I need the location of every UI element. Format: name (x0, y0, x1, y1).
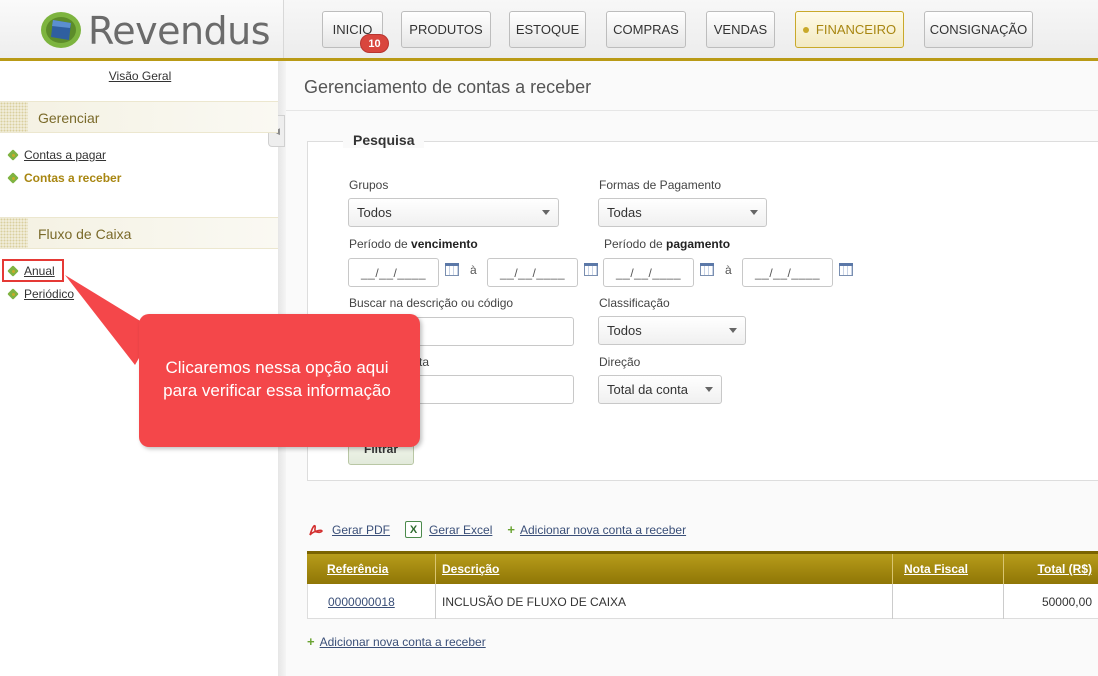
section-pattern-icon (0, 218, 28, 248)
nav-consignacao-button[interactable]: CONSIGNAÇÃO (924, 11, 1033, 48)
header-nota-fiscal[interactable]: Nota Fiscal (892, 554, 1003, 584)
section-gerenciar-title: Gerenciar (38, 110, 100, 126)
formas-pagamento-label: Formas de Pagamento (599, 178, 722, 192)
callout-text: Clicaremos nessa opção aqui para verific… (139, 356, 415, 402)
cell-descricao: INCLUSÃO DE FLUXO DE CAIXA (435, 584, 892, 619)
header-descricao[interactable]: Descrição (435, 554, 892, 584)
gerar-pdf-action[interactable]: Gerar PDF (307, 521, 390, 538)
vencimento-start-date[interactable]: __/__/____ (348, 258, 439, 287)
add-conta-action[interactable]: + Adicionar nova conta a receber (507, 522, 686, 537)
nav-financeiro-button[interactable]: FINANCEIRO (795, 11, 904, 48)
excel-icon: X (405, 521, 423, 538)
page-title: Gerenciamento de contas a receber (304, 77, 592, 97)
classificacao-label: Classificação (599, 296, 670, 310)
active-dot-icon (802, 26, 809, 33)
classificacao-select[interactable]: Todos (598, 316, 746, 345)
top-header: Revendus INICIO PRODUTOS ESTOQUE COMPRAS… (0, 0, 1098, 61)
section-fluxo-de-caixa: Fluxo de Caixa (0, 217, 278, 249)
nav-financeiro-label: FINANCEIRO (815, 22, 897, 37)
dropdown-caret-icon (750, 210, 758, 215)
table-row: 0000000018 INCLUSÃO DE FLUXO DE CAIXA 50… (307, 584, 1098, 619)
calendar-icon[interactable] (445, 263, 459, 276)
title-divider (286, 110, 1098, 111)
revendus-logo-icon (41, 12, 81, 48)
nav-produtos-label: PRODUTOS (409, 22, 483, 37)
nav-estoque-button[interactable]: ESTOQUE (509, 11, 586, 48)
calendar-icon[interactable] (584, 263, 598, 276)
pdf-icon (309, 524, 323, 536)
table-header: Referência Descrição Nota Fiscal Total (… (307, 551, 1098, 584)
classificacao-value: Todos (607, 323, 642, 338)
nav-estoque-label: ESTOQUE (515, 22, 580, 37)
app-name: Revendus (88, 9, 271, 53)
diamond-bullet-icon (8, 289, 18, 299)
bottom-add-action[interactable]: + Adicionar nova conta a receber (307, 634, 486, 649)
calendar-icon[interactable] (839, 263, 853, 276)
periodo-pagamento-label: Período de pagamento (604, 237, 730, 251)
action-links: Gerar PDF X Gerar Excel + Adicionar nova… (307, 521, 701, 538)
cell-nota-fiscal (892, 584, 1003, 619)
grupos-label: Grupos (349, 178, 389, 192)
nav-compras-label: COMPRAS (613, 22, 679, 37)
contas-a-pagar-link[interactable]: Contas a pagar (24, 148, 106, 162)
header-total[interactable]: Total (R$) (1003, 554, 1098, 584)
logo-area[interactable]: Revendus (0, 0, 284, 58)
callout-line-1: Clicaremos nessa opção aqui (165, 358, 389, 377)
buscar-label: Buscar na descrição ou código (349, 296, 514, 310)
periodo-vencimento-label: Período de vencimento (349, 237, 478, 251)
dropdown-caret-icon (542, 210, 550, 215)
nav-consignacao-label: CONSIGNAÇÃO (929, 22, 1028, 37)
nav-vendas-label: VENDAS (713, 22, 768, 37)
search-legend: Pesquisa (343, 132, 425, 148)
plus-icon: + (507, 522, 515, 537)
calendar-icon[interactable] (700, 263, 714, 276)
nav-produtos-button[interactable]: PRODUTOS (401, 11, 491, 48)
sidebar-item-contas-a-pagar[interactable]: Contas a pagar (8, 148, 106, 162)
direcao-label: Direção (599, 355, 641, 369)
header-referencia[interactable]: Referência (307, 554, 435, 584)
diamond-bullet-icon (8, 173, 18, 183)
range-separator: à (725, 263, 732, 277)
ordenar-label: ta (419, 355, 430, 369)
dropdown-caret-icon (729, 328, 737, 333)
nav-vendas-button[interactable]: VENDAS (706, 11, 775, 48)
periodo-pagamento-bold: pagamento (666, 237, 731, 251)
grupos-value: Todos (357, 205, 392, 220)
direcao-value: Total da conta (607, 382, 688, 397)
periodo-vencimento-prefix: Período de (349, 237, 412, 251)
periodo-pagamento-prefix: Período de (604, 237, 667, 251)
grupos-select[interactable]: Todos (348, 198, 559, 227)
visao-geral-link[interactable]: Visão Geral (0, 69, 280, 83)
callout-line-2: para verificar essa informação (163, 381, 391, 400)
notification-badge: 10 (360, 34, 389, 53)
nav-compras-button[interactable]: COMPRAS (606, 11, 686, 48)
section-fluxo-title: Fluxo de Caixa (38, 226, 132, 242)
gerar-excel-link[interactable]: Gerar Excel (429, 523, 492, 537)
referencia-link[interactable]: 0000000018 (328, 595, 395, 609)
plus-icon: + (307, 634, 315, 649)
anual-highlight-box (2, 259, 64, 282)
range-separator: à (470, 263, 477, 277)
add-conta-link[interactable]: Adicionar nova conta a receber (520, 523, 686, 537)
direcao-select[interactable]: Total da conta (598, 375, 722, 404)
formas-pagamento-value: Todas (607, 205, 642, 220)
dropdown-caret-icon (705, 387, 713, 392)
section-pattern-icon (0, 102, 28, 132)
cell-referencia: 0000000018 (307, 584, 435, 619)
formas-pagamento-select[interactable]: Todas (598, 198, 767, 227)
bottom-add-link[interactable]: Adicionar nova conta a receber (320, 635, 486, 649)
vencimento-end-date[interactable]: __/__/____ (487, 258, 578, 287)
cell-total: 50000,00 (1003, 584, 1098, 619)
periodo-vencimento-bold: vencimento (411, 237, 478, 251)
gerar-excel-action[interactable]: X Gerar Excel (405, 521, 492, 538)
pagamento-end-date[interactable]: __/__/____ (742, 258, 833, 287)
diamond-bullet-icon (8, 150, 18, 160)
section-gerenciar: Gerenciar (0, 101, 278, 133)
sidebar-item-contas-a-receber[interactable]: Contas a receber (8, 171, 121, 185)
pagamento-start-date[interactable]: __/__/____ (603, 258, 694, 287)
search-fieldset (307, 141, 1098, 481)
gerar-pdf-link[interactable]: Gerar PDF (332, 523, 390, 537)
contas-a-receber-link[interactable]: Contas a receber (24, 171, 121, 185)
